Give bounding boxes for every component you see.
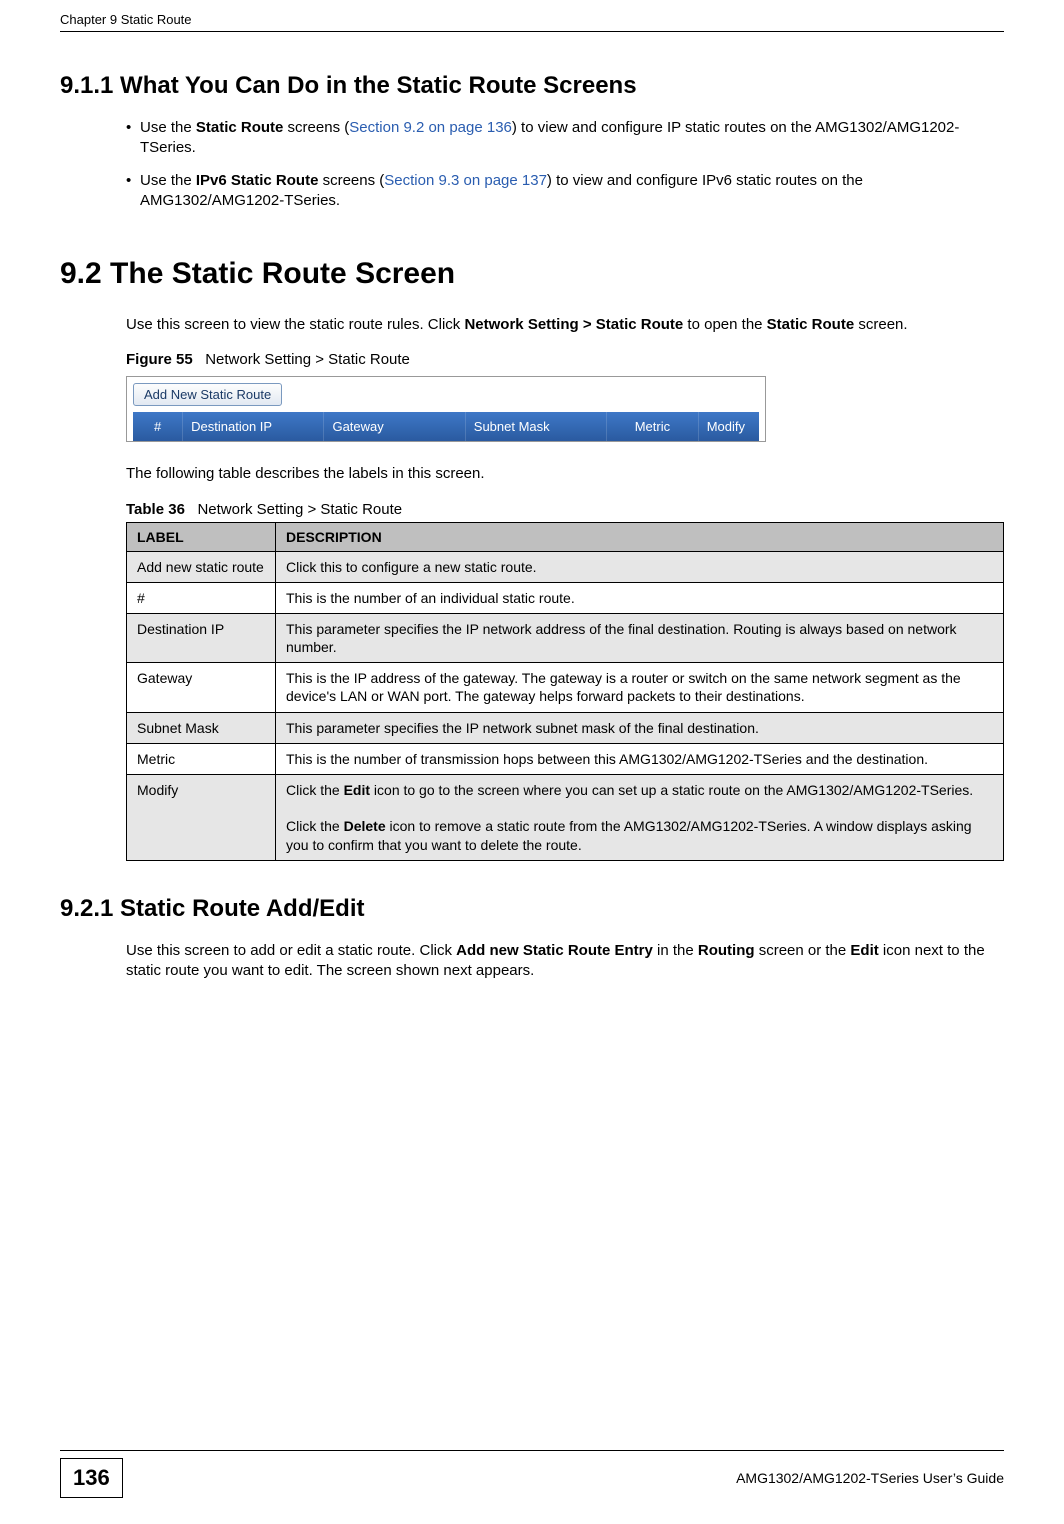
cell-label: Gateway bbox=[127, 663, 276, 712]
cell-desc: This is the number of an individual stat… bbox=[276, 582, 1004, 613]
text: icon to go to the screen where you can s… bbox=[370, 782, 973, 798]
text-bold: Add new Static Route Entry bbox=[456, 942, 653, 959]
col-header-hash[interactable]: # bbox=[133, 412, 183, 441]
cell-label: # bbox=[127, 582, 276, 613]
cell-desc: Click the Edit icon to go to the screen … bbox=[276, 775, 1004, 861]
cell-label: Modify bbox=[127, 775, 276, 861]
text-bold: Delete bbox=[344, 818, 386, 834]
cell-desc: This parameter specifies the IP network … bbox=[276, 712, 1004, 743]
bullet-list-9-1-1: • Use the Static Route screens (Section … bbox=[126, 118, 1004, 211]
text: to open the bbox=[683, 316, 766, 333]
page-footer: 136 AMG1302/AMG1202-TSeries User’s Guide bbox=[0, 1450, 1064, 1498]
table-row: Metric This is the number of transmissio… bbox=[127, 743, 1004, 774]
cell-desc: This is the IP address of the gateway. T… bbox=[276, 663, 1004, 712]
table-label: Table 36 bbox=[126, 501, 185, 518]
text: Use the bbox=[140, 172, 196, 189]
text: screens ( bbox=[283, 119, 349, 136]
text: screen or the bbox=[755, 942, 851, 959]
bullet-text: Use the Static Route screens (Section 9.… bbox=[140, 118, 1004, 159]
running-header: Chapter 9 Static Route bbox=[60, 0, 1004, 32]
text: screens ( bbox=[318, 172, 384, 189]
text: Click the bbox=[286, 818, 344, 834]
text: Use this screen to view the static route… bbox=[126, 316, 464, 333]
th-label: LABEL bbox=[127, 522, 276, 551]
table-row: Subnet Mask This parameter specifies the… bbox=[127, 712, 1004, 743]
table-caption: Table 36 Network Setting > Static Route bbox=[126, 501, 1004, 518]
col-header-subnet-mask[interactable]: Subnet Mask bbox=[466, 412, 607, 441]
col-header-modify[interactable]: Modify bbox=[699, 412, 759, 441]
figure-title: Network Setting > Static Route bbox=[205, 351, 410, 368]
text-bold: Static Route bbox=[767, 316, 855, 333]
text: Click the bbox=[286, 782, 344, 798]
xref-link[interactable]: Section 9.2 on page 136 bbox=[349, 119, 512, 136]
text-bold: Routing bbox=[698, 942, 755, 959]
col-header-gateway[interactable]: Gateway bbox=[324, 412, 465, 441]
th-description: DESCRIPTION bbox=[276, 522, 1004, 551]
cell-desc: This is the number of transmission hops … bbox=[276, 743, 1004, 774]
bullet-icon: • bbox=[126, 171, 140, 191]
col-header-metric[interactable]: Metric bbox=[607, 412, 699, 441]
cell-label: Subnet Mask bbox=[127, 712, 276, 743]
table-title: Network Setting > Static Route bbox=[197, 501, 402, 518]
table-row: Add new static route Click this to confi… bbox=[127, 551, 1004, 582]
paragraph: Use this screen to add or edit a static … bbox=[126, 941, 1004, 982]
text-bold: Edit bbox=[850, 942, 878, 959]
paragraph: Use this screen to view the static route… bbox=[126, 315, 1004, 335]
add-new-static-route-button[interactable]: Add New Static Route bbox=[133, 383, 282, 406]
text: screen. bbox=[854, 316, 907, 333]
table-row: # This is the number of an individual st… bbox=[127, 582, 1004, 613]
table-36: LABEL DESCRIPTION Add new static route C… bbox=[126, 522, 1004, 861]
text: icon to remove a static route from the A… bbox=[286, 818, 972, 852]
table-row: Modify Click the Edit icon to go to the … bbox=[127, 775, 1004, 861]
text-bold: Network Setting > Static Route bbox=[464, 316, 683, 333]
bullet-icon: • bbox=[126, 118, 140, 138]
list-item: • Use the IPv6 Static Route screens (Sec… bbox=[126, 171, 1004, 212]
figure-caption: Figure 55 Network Setting > Static Route bbox=[126, 351, 1004, 368]
cell-label: Add new static route bbox=[127, 551, 276, 582]
text-bold: Static Route bbox=[196, 119, 284, 136]
col-header-destination-ip[interactable]: Destination IP bbox=[183, 412, 324, 441]
cell-label: Destination IP bbox=[127, 613, 276, 662]
text-bold: IPv6 Static Route bbox=[196, 172, 319, 189]
text: Use this screen to add or edit a static … bbox=[126, 942, 456, 959]
text: Use the bbox=[140, 119, 196, 136]
list-item: • Use the Static Route screens (Section … bbox=[126, 118, 1004, 159]
figure-column-header: # Destination IP Gateway Subnet Mask Met… bbox=[133, 412, 759, 441]
text: in the bbox=[653, 942, 698, 959]
figure-label: Figure 55 bbox=[126, 351, 193, 368]
cell-label: Metric bbox=[127, 743, 276, 774]
heading-9-2-1: 9.2.1 Static Route Add/Edit bbox=[60, 895, 1004, 923]
heading-9-2: 9.2 The Static Route Screen bbox=[60, 257, 1004, 291]
figure-55: Add New Static Route # Destination IP Ga… bbox=[126, 376, 766, 442]
cell-desc: This parameter specifies the IP network … bbox=[276, 613, 1004, 662]
table-row: Destination IP This parameter specifies … bbox=[127, 613, 1004, 662]
bullet-text: Use the IPv6 Static Route screens (Secti… bbox=[140, 171, 1004, 212]
heading-9-1-1: 9.1.1 What You Can Do in the Static Rout… bbox=[60, 72, 1004, 100]
paragraph: The following table describes the labels… bbox=[126, 464, 1004, 484]
xref-link[interactable]: Section 9.3 on page 137 bbox=[384, 172, 547, 189]
table-row: Gateway This is the IP address of the ga… bbox=[127, 663, 1004, 712]
text-bold: Edit bbox=[344, 782, 370, 798]
guide-name: AMG1302/AMG1202-TSeries User’s Guide bbox=[736, 1470, 1004, 1486]
cell-desc: Click this to configure a new static rou… bbox=[276, 551, 1004, 582]
page-number: 136 bbox=[60, 1458, 123, 1498]
